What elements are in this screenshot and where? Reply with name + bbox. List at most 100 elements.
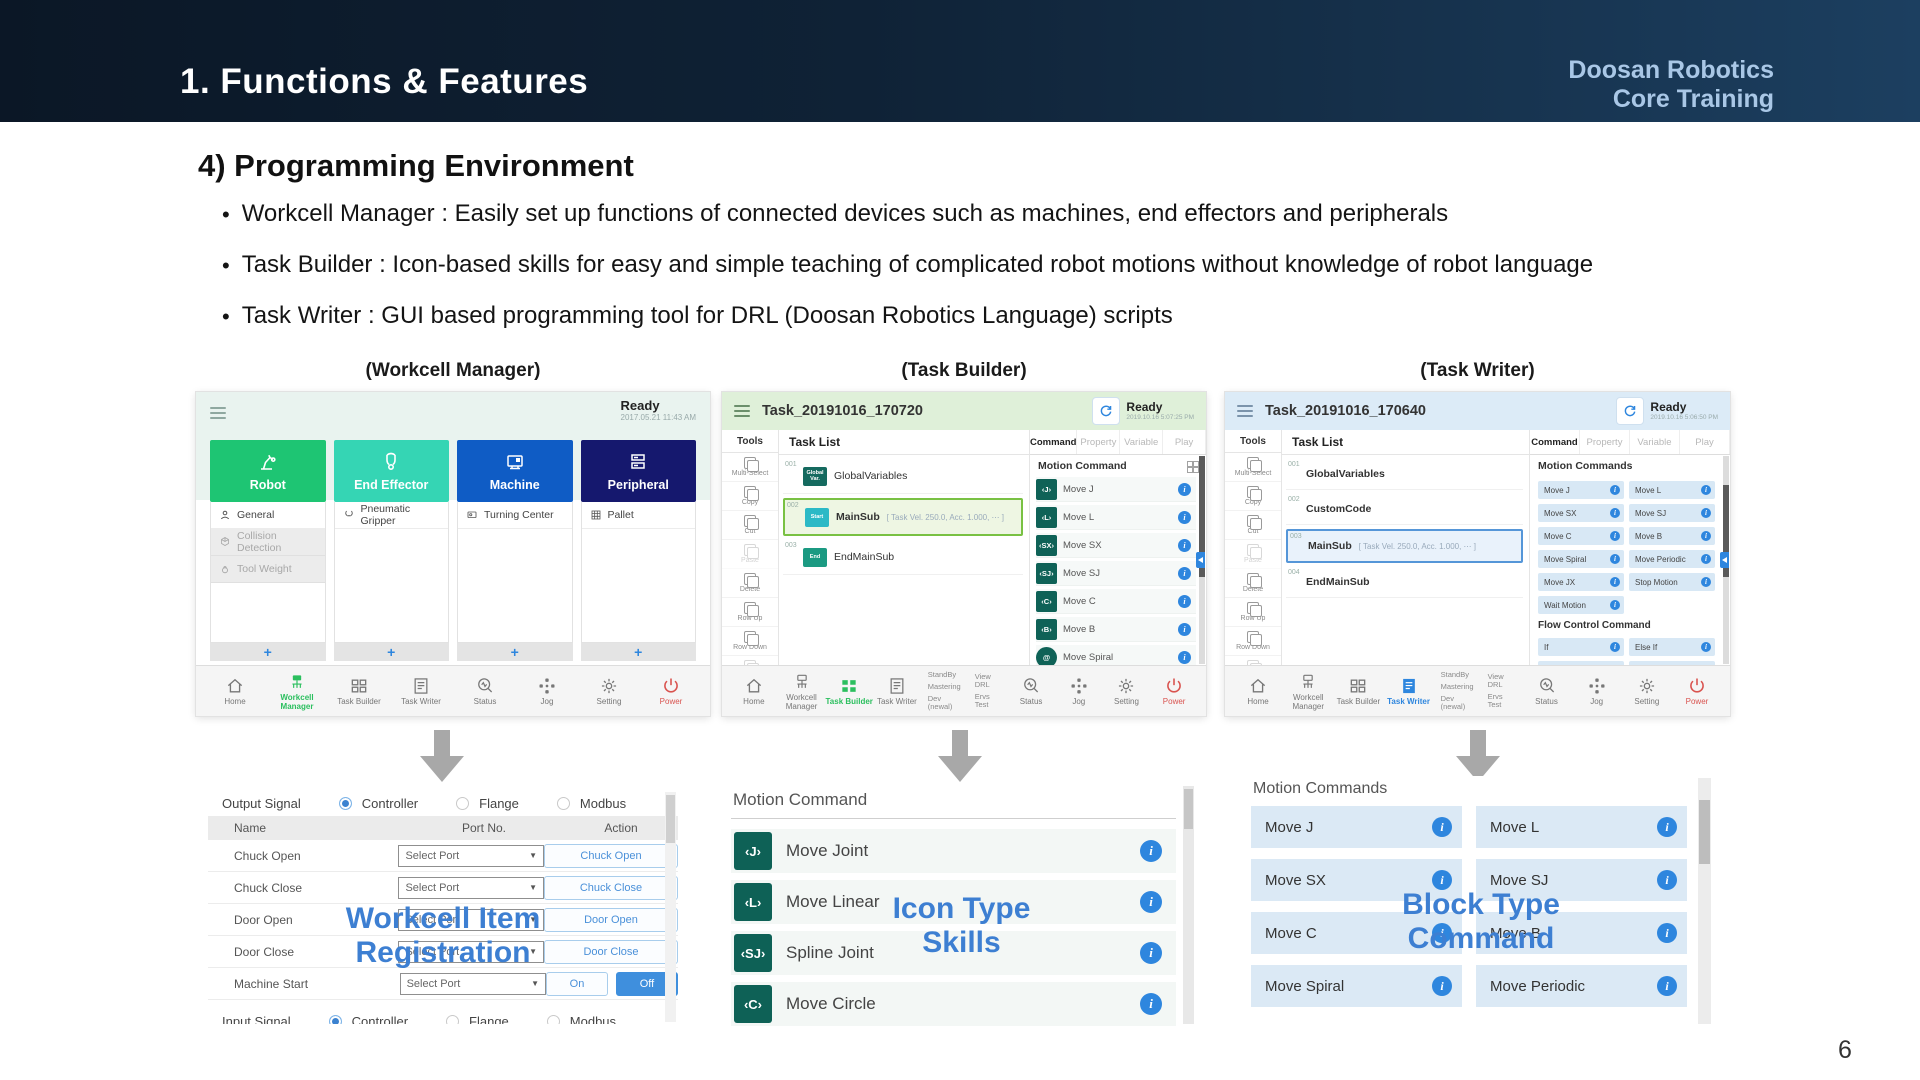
tab-variable[interactable]: Variable (1630, 430, 1680, 454)
block-move-j[interactable]: Move J (1251, 806, 1462, 848)
info-icon[interactable] (1178, 595, 1191, 608)
menu-icon[interactable] (210, 404, 226, 422)
task-row-globalvariables[interactable]: 001 Global Var. GlobalVariables (783, 459, 1023, 494)
info-icon[interactable] (1701, 554, 1711, 564)
scrollbar[interactable] (1199, 456, 1205, 664)
command-button[interactable]: Wait Motion (1538, 596, 1624, 614)
info-icon[interactable] (1657, 870, 1677, 890)
tab-property[interactable]: Property (1077, 430, 1120, 454)
list-item-general[interactable]: General (211, 502, 325, 529)
tool-cut[interactable]: Cut (1225, 511, 1281, 540)
nav-status[interactable]: Status (1521, 676, 1571, 706)
tool-delete[interactable]: Delete (1225, 569, 1281, 598)
mode-mastering[interactable]: Mastering (928, 683, 961, 691)
radio-flange[interactable] (446, 1015, 459, 1025)
radio-modbus[interactable] (557, 797, 570, 810)
task-row-mainsub-selected[interactable]: 002 Start MainSub [ Task Vel. 250.0, Acc… (783, 498, 1023, 536)
info-icon[interactable] (1610, 642, 1620, 652)
block-move-l[interactable]: Move L (1476, 806, 1687, 848)
info-icon[interactable] (1140, 993, 1162, 1015)
info-icon[interactable] (1178, 539, 1191, 552)
command-button[interactable]: Move SJ (1629, 504, 1715, 522)
add-workcell-item-button[interactable]: + (210, 643, 326, 661)
info-icon[interactable] (1178, 623, 1191, 636)
list-item-collision-detection[interactable]: Collision Detection (211, 529, 325, 556)
tool-delete[interactable]: Delete (722, 569, 778, 598)
list-item-pallet[interactable]: Pallet (582, 502, 696, 529)
nav-home[interactable]: Home (730, 676, 778, 706)
nav-task-builder[interactable]: Task Builder (328, 676, 390, 706)
info-icon[interactable] (1610, 600, 1620, 610)
command-button[interactable]: Move C (1538, 527, 1624, 545)
port-select[interactable]: Select Port▼ (398, 877, 544, 899)
tab-property[interactable]: Property (1580, 430, 1630, 454)
mode-dev[interactable]: Dev (newal) (928, 695, 961, 711)
command-button[interactable]: Move J (1538, 481, 1624, 499)
port-select[interactable]: Select Port▼ (400, 973, 546, 995)
info-icon[interactable] (1432, 817, 1452, 837)
command-button[interactable]: Move Spiral (1538, 550, 1624, 568)
command-button[interactable]: Stop Motion (1629, 573, 1715, 591)
tab-command[interactable]: Command (1030, 430, 1077, 454)
tab-play[interactable]: Play (1680, 430, 1730, 454)
info-icon[interactable] (1432, 870, 1452, 890)
mode-standby[interactable]: StandBy (928, 671, 961, 679)
add-workcell-item-button[interactable]: + (581, 643, 697, 661)
tool-copy[interactable]: Copy (722, 482, 778, 511)
nav-workcell-manager[interactable]: Workcell Manager (266, 672, 328, 711)
nav-task-writer[interactable]: Task Writer (873, 676, 921, 706)
block-move-periodic[interactable]: Move Periodic (1476, 965, 1687, 1007)
menu-icon[interactable] (734, 402, 750, 420)
info-icon[interactable] (1610, 577, 1620, 587)
command-button[interactable]: Move L (1629, 481, 1715, 499)
motion-row[interactable]: ‹SX›Move SX (1036, 533, 1196, 558)
info-icon[interactable] (1701, 531, 1711, 541)
nav-task-builder[interactable]: Task Builder (1333, 676, 1383, 706)
info-icon[interactable] (1610, 531, 1620, 541)
add-workcell-item-button[interactable]: + (457, 643, 573, 661)
mode-mastering[interactable]: Mastering (1441, 683, 1474, 691)
peripheral-card[interactable]: Peripheral (581, 440, 697, 502)
tool-multi-select[interactable]: Multi-Select (1225, 453, 1281, 482)
command-button[interactable]: Move JX (1538, 573, 1624, 591)
motion-row[interactable]: ‹B›Move B (1036, 617, 1196, 642)
on-button[interactable]: On (546, 972, 608, 996)
list-item-turning-center[interactable]: Turning Center (458, 502, 572, 529)
nav-task-writer[interactable]: Task Writer (390, 676, 452, 706)
mode-standby[interactable]: StandBy (1441, 671, 1474, 679)
nav-jog[interactable]: Jog (1572, 676, 1622, 706)
info-icon[interactable] (1610, 508, 1620, 518)
info-icon[interactable] (1701, 485, 1711, 495)
command-button[interactable]: Move Periodic (1629, 550, 1715, 568)
ervs-test[interactable]: Ervs Test (975, 693, 1001, 709)
info-icon[interactable] (1178, 651, 1191, 664)
info-icon[interactable] (1178, 511, 1191, 524)
task-row-customcode[interactable]: 002 CustomCode (1286, 494, 1523, 525)
radio-flange[interactable] (456, 797, 469, 810)
nav-workcell-manager[interactable]: Workcell Manager (778, 672, 826, 711)
tool-cut[interactable]: Cut (722, 511, 778, 540)
task-row-mainsub-selected[interactable]: 003 MainSub [ Task Vel. 250.0, Acc. 1.00… (1286, 529, 1523, 563)
tool-paste[interactable]: Paste (722, 540, 778, 569)
servo-reset-button[interactable] (1092, 397, 1120, 425)
nav-jog[interactable]: Jog (516, 676, 578, 706)
motion-row[interactable]: ‹L›Move L (1036, 505, 1196, 530)
tool-paste[interactable]: Paste (1225, 540, 1281, 569)
grid-view-icon[interactable] (1187, 461, 1198, 472)
radio-controller[interactable] (339, 797, 352, 810)
tool-row-down[interactable]: Row Down (1225, 627, 1281, 656)
add-workcell-item-button[interactable]: + (334, 643, 450, 661)
radio-modbus[interactable] (547, 1015, 560, 1025)
port-select[interactable]: Select Port▼ (398, 845, 544, 867)
view-drl[interactable]: View DRL (975, 673, 1001, 689)
robot-card[interactable]: Robot (210, 440, 326, 502)
nav-workcell-manager[interactable]: Workcell Manager (1283, 672, 1333, 711)
motion-row[interactable]: ‹C›Move C (1036, 589, 1196, 614)
ervs-test[interactable]: Ervs Test (1488, 693, 1515, 709)
nav-task-writer[interactable]: Task Writer (1383, 676, 1433, 706)
command-button[interactable]: Move B (1629, 527, 1715, 545)
info-icon[interactable] (1701, 642, 1711, 652)
view-drl[interactable]: View DRL (1488, 673, 1515, 689)
list-item-pneumatic-gripper[interactable]: Pneumatic Gripper (335, 502, 449, 529)
tool-multi-select[interactable]: Multi-Select (722, 453, 778, 482)
